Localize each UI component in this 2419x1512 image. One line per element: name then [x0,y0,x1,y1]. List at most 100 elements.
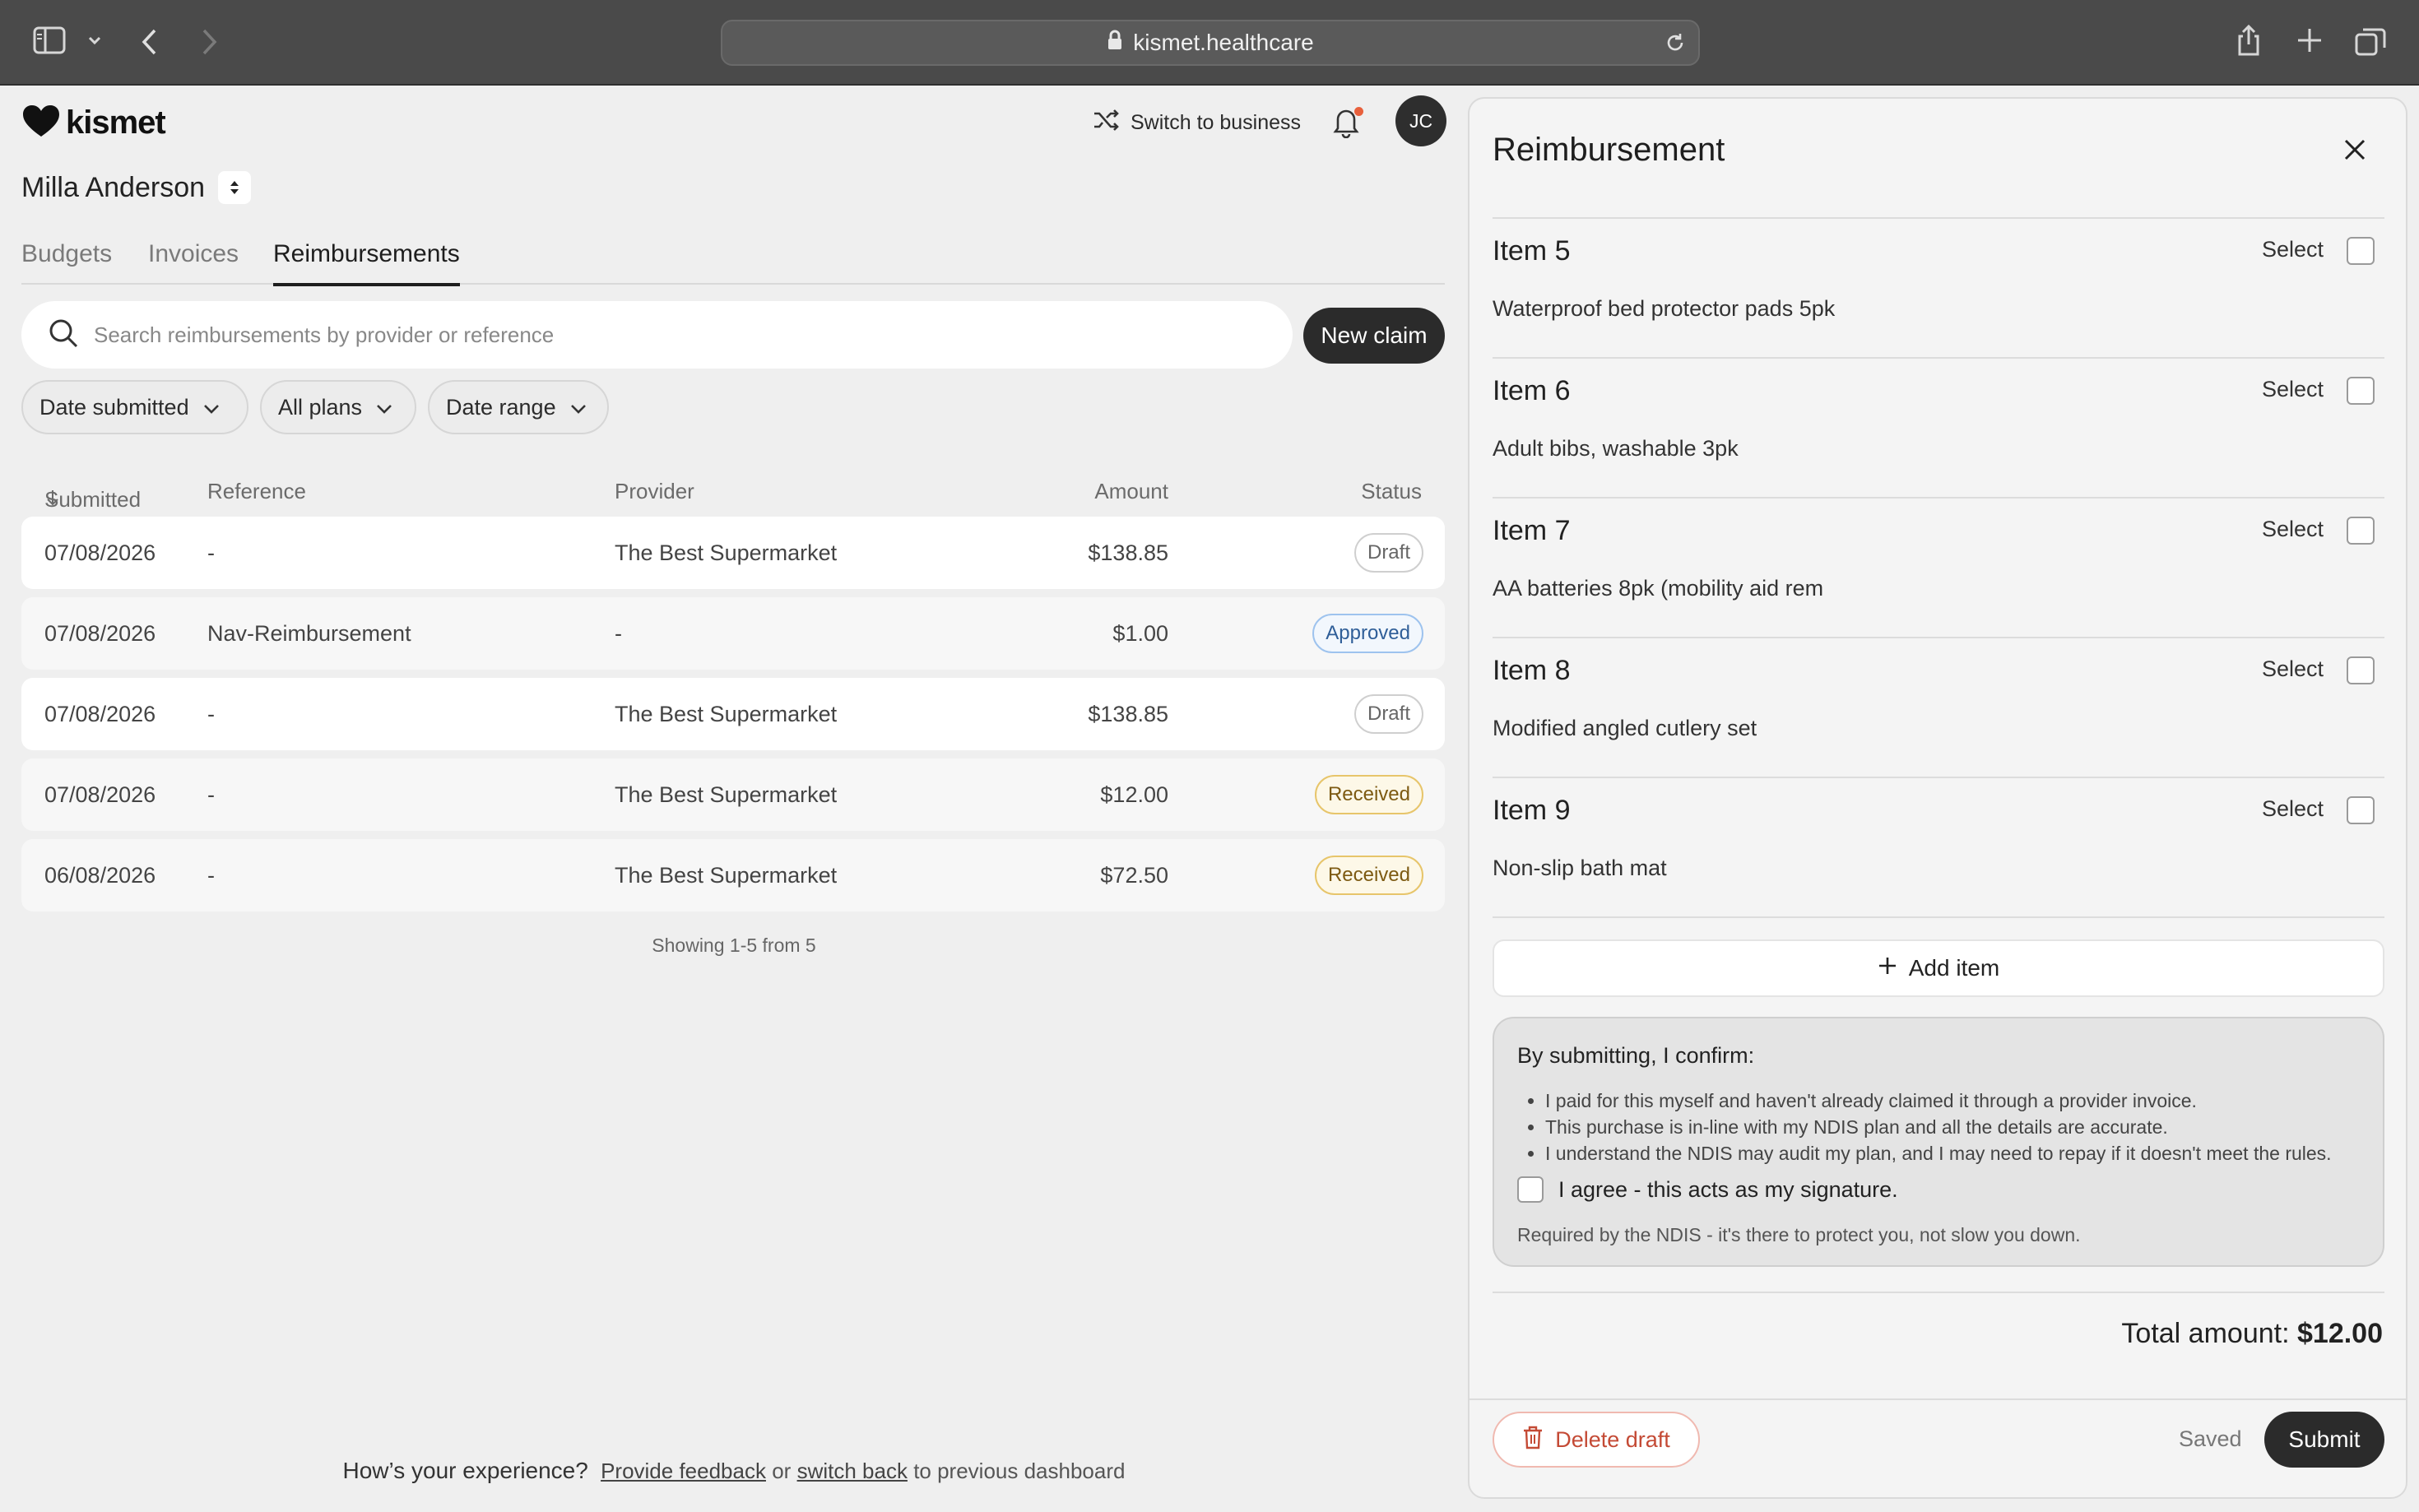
item-select-checkbox[interactable] [2347,517,2375,545]
confirmation-box: By submitting, I confirm: I paid for thi… [1493,1017,2384,1267]
item-description: Adult bibs, washable 3pk [1493,436,1739,461]
notifications-button[interactable] [1331,105,1363,142]
filter-label: All plans [278,394,363,420]
cell-submitted: 07/08/2026 [44,621,156,646]
select-label: Select [2261,656,2324,681]
item-description: AA batteries 8pk (mobility aid rem [1493,576,1824,601]
add-item-button[interactable]: Add item [1493,939,2384,997]
cell-reference: - [207,863,215,888]
filter-date-range[interactable]: Date range [428,380,609,434]
filter-label: Date range [446,394,556,420]
new-tab-icon[interactable] [2296,26,2324,54]
cell-provider: The Best Supermarket [615,863,838,888]
tab-budgets[interactable]: Budgets [21,240,112,283]
item-select-checkbox[interactable] [2347,237,2375,265]
url-text: kismet.healthcare [1133,30,1314,55]
confirm-point: This purchase is in-line with my NDIS pl… [1545,1114,2332,1140]
select-label: Select [2261,377,2324,401]
pagination-text: Showing 1-5 from 5 [652,935,816,956]
browser-toolbar: kismet.healthcare [0,0,2419,86]
cell-amount: $72.50 [1100,863,1168,888]
feedback-or: or [772,1459,792,1483]
column-amount: Amount [1094,479,1168,503]
status-badge: Approved [1312,614,1423,653]
feedback-lead: How’s your experience? [342,1458,588,1483]
divider [1470,1398,2406,1400]
back-icon[interactable] [140,28,160,56]
item-description: Non-slip bath mat [1493,856,1667,880]
total-value: $12.00 [2297,1318,2383,1349]
saved-status: Saved [2179,1426,2242,1451]
agree-checkbox-row[interactable]: I agree - this acts as my signature. [1517,1176,1898,1203]
switch-back-link[interactable]: switch back [797,1459,908,1483]
line-item: Item 7 Select AA batteries 8pk (mobility… [1493,497,2384,637]
shuffle-icon [1093,109,1119,137]
new-claim-button[interactable]: New claim [1303,308,1445,364]
line-item: Item 5 Select Waterproof bed protector p… [1493,217,2384,357]
total-label: Total amount: [2121,1318,2290,1349]
table-row[interactable]: 07/08/2026 Nav-Reimbursement - $1.00 App… [21,597,1445,670]
chevron-down-icon [202,395,221,420]
share-icon[interactable] [2235,23,2263,58]
item-select-checkbox[interactable] [2347,656,2375,684]
item-title: Item 5 [1493,235,1571,267]
avatar[interactable]: JC [1395,95,1446,146]
logo-text: kismet [66,104,166,141]
tabs-overview-icon[interactable] [2355,26,2386,56]
item-description: Modified angled cutlery set [1493,716,1757,740]
status-badge: Received [1314,775,1423,814]
search-bar [21,301,1293,369]
search-icon [48,318,79,353]
forward-icon[interactable] [199,28,219,56]
status-badge: Draft [1353,694,1423,734]
kismet-logo[interactable]: kismet [21,104,166,142]
table-row[interactable]: 06/08/2026 - The Best Supermarket $72.50… [21,839,1445,911]
reload-icon[interactable] [1664,31,1687,60]
select-label: Select [2261,517,2324,541]
agree-checkbox[interactable] [1517,1176,1544,1203]
cell-reference: Nav-Reimbursement [207,621,411,646]
cell-amount: $138.85 [1088,540,1168,565]
switch-to-business-button[interactable]: Switch to business [1093,109,1301,137]
address-bar[interactable]: kismet.healthcare [721,20,1700,66]
provide-feedback-link[interactable]: Provide feedback [601,1459,766,1483]
search-input[interactable] [94,322,1246,348]
item-title: Item 9 [1493,795,1571,826]
sort-arrows-icon[interactable] [218,171,252,204]
item-select-checkbox[interactable] [2347,796,2375,824]
participant-selector[interactable]: Milla Anderson [21,171,252,204]
participant-name: Milla Anderson [21,171,206,203]
line-item: Item 9 Select Non-slip bath mat [1493,777,2384,916]
delete-draft-button[interactable]: Delete draft [1493,1412,1700,1468]
tab-invoices[interactable]: Invoices [148,240,239,283]
cell-submitted: 07/08/2026 [44,540,156,565]
item-title: Item 6 [1493,375,1571,406]
switch-to-business-label: Switch to business [1131,111,1302,134]
filter-label: Date submitted [39,394,189,420]
chevron-down-icon[interactable] [87,35,102,46]
submit-button[interactable]: Submit [2264,1412,2384,1468]
bell-icon [1331,109,1361,141]
table-row[interactable]: 07/08/2026 - The Best Supermarket $138.8… [21,678,1445,750]
item-title: Item 8 [1493,655,1571,686]
table-header: Submitted Reference Provider Amount Stat… [21,471,1445,512]
total-amount: Total amount: $12.00 [2121,1318,2383,1350]
sidebar-icon[interactable] [33,26,66,54]
close-icon[interactable] [2342,137,2368,167]
confirm-point: I paid for this myself and haven't alrea… [1545,1088,2332,1114]
table-row[interactable]: 07/08/2026 - The Best Supermarket $12.00… [21,758,1445,831]
table-row[interactable]: 07/08/2026 - The Best Supermarket $138.8… [21,517,1445,589]
filter-all-plans[interactable]: All plans [260,380,416,434]
column-reference: Reference [207,479,306,503]
delete-draft-label: Delete draft [1555,1426,1670,1452]
tab-reimbursements[interactable]: Reimbursements [273,240,460,286]
select-label: Select [2261,796,2324,821]
item-select-checkbox[interactable] [2347,377,2375,405]
notification-dot [1354,107,1363,116]
cell-submitted: 06/08/2026 [44,863,156,888]
filter-date-submitted[interactable]: Date submitted [21,380,248,434]
heart-icon [21,104,61,142]
cell-reference: - [207,540,215,565]
panel-title: Reimbursement [1493,132,1725,168]
cell-provider: The Best Supermarket [615,540,838,565]
